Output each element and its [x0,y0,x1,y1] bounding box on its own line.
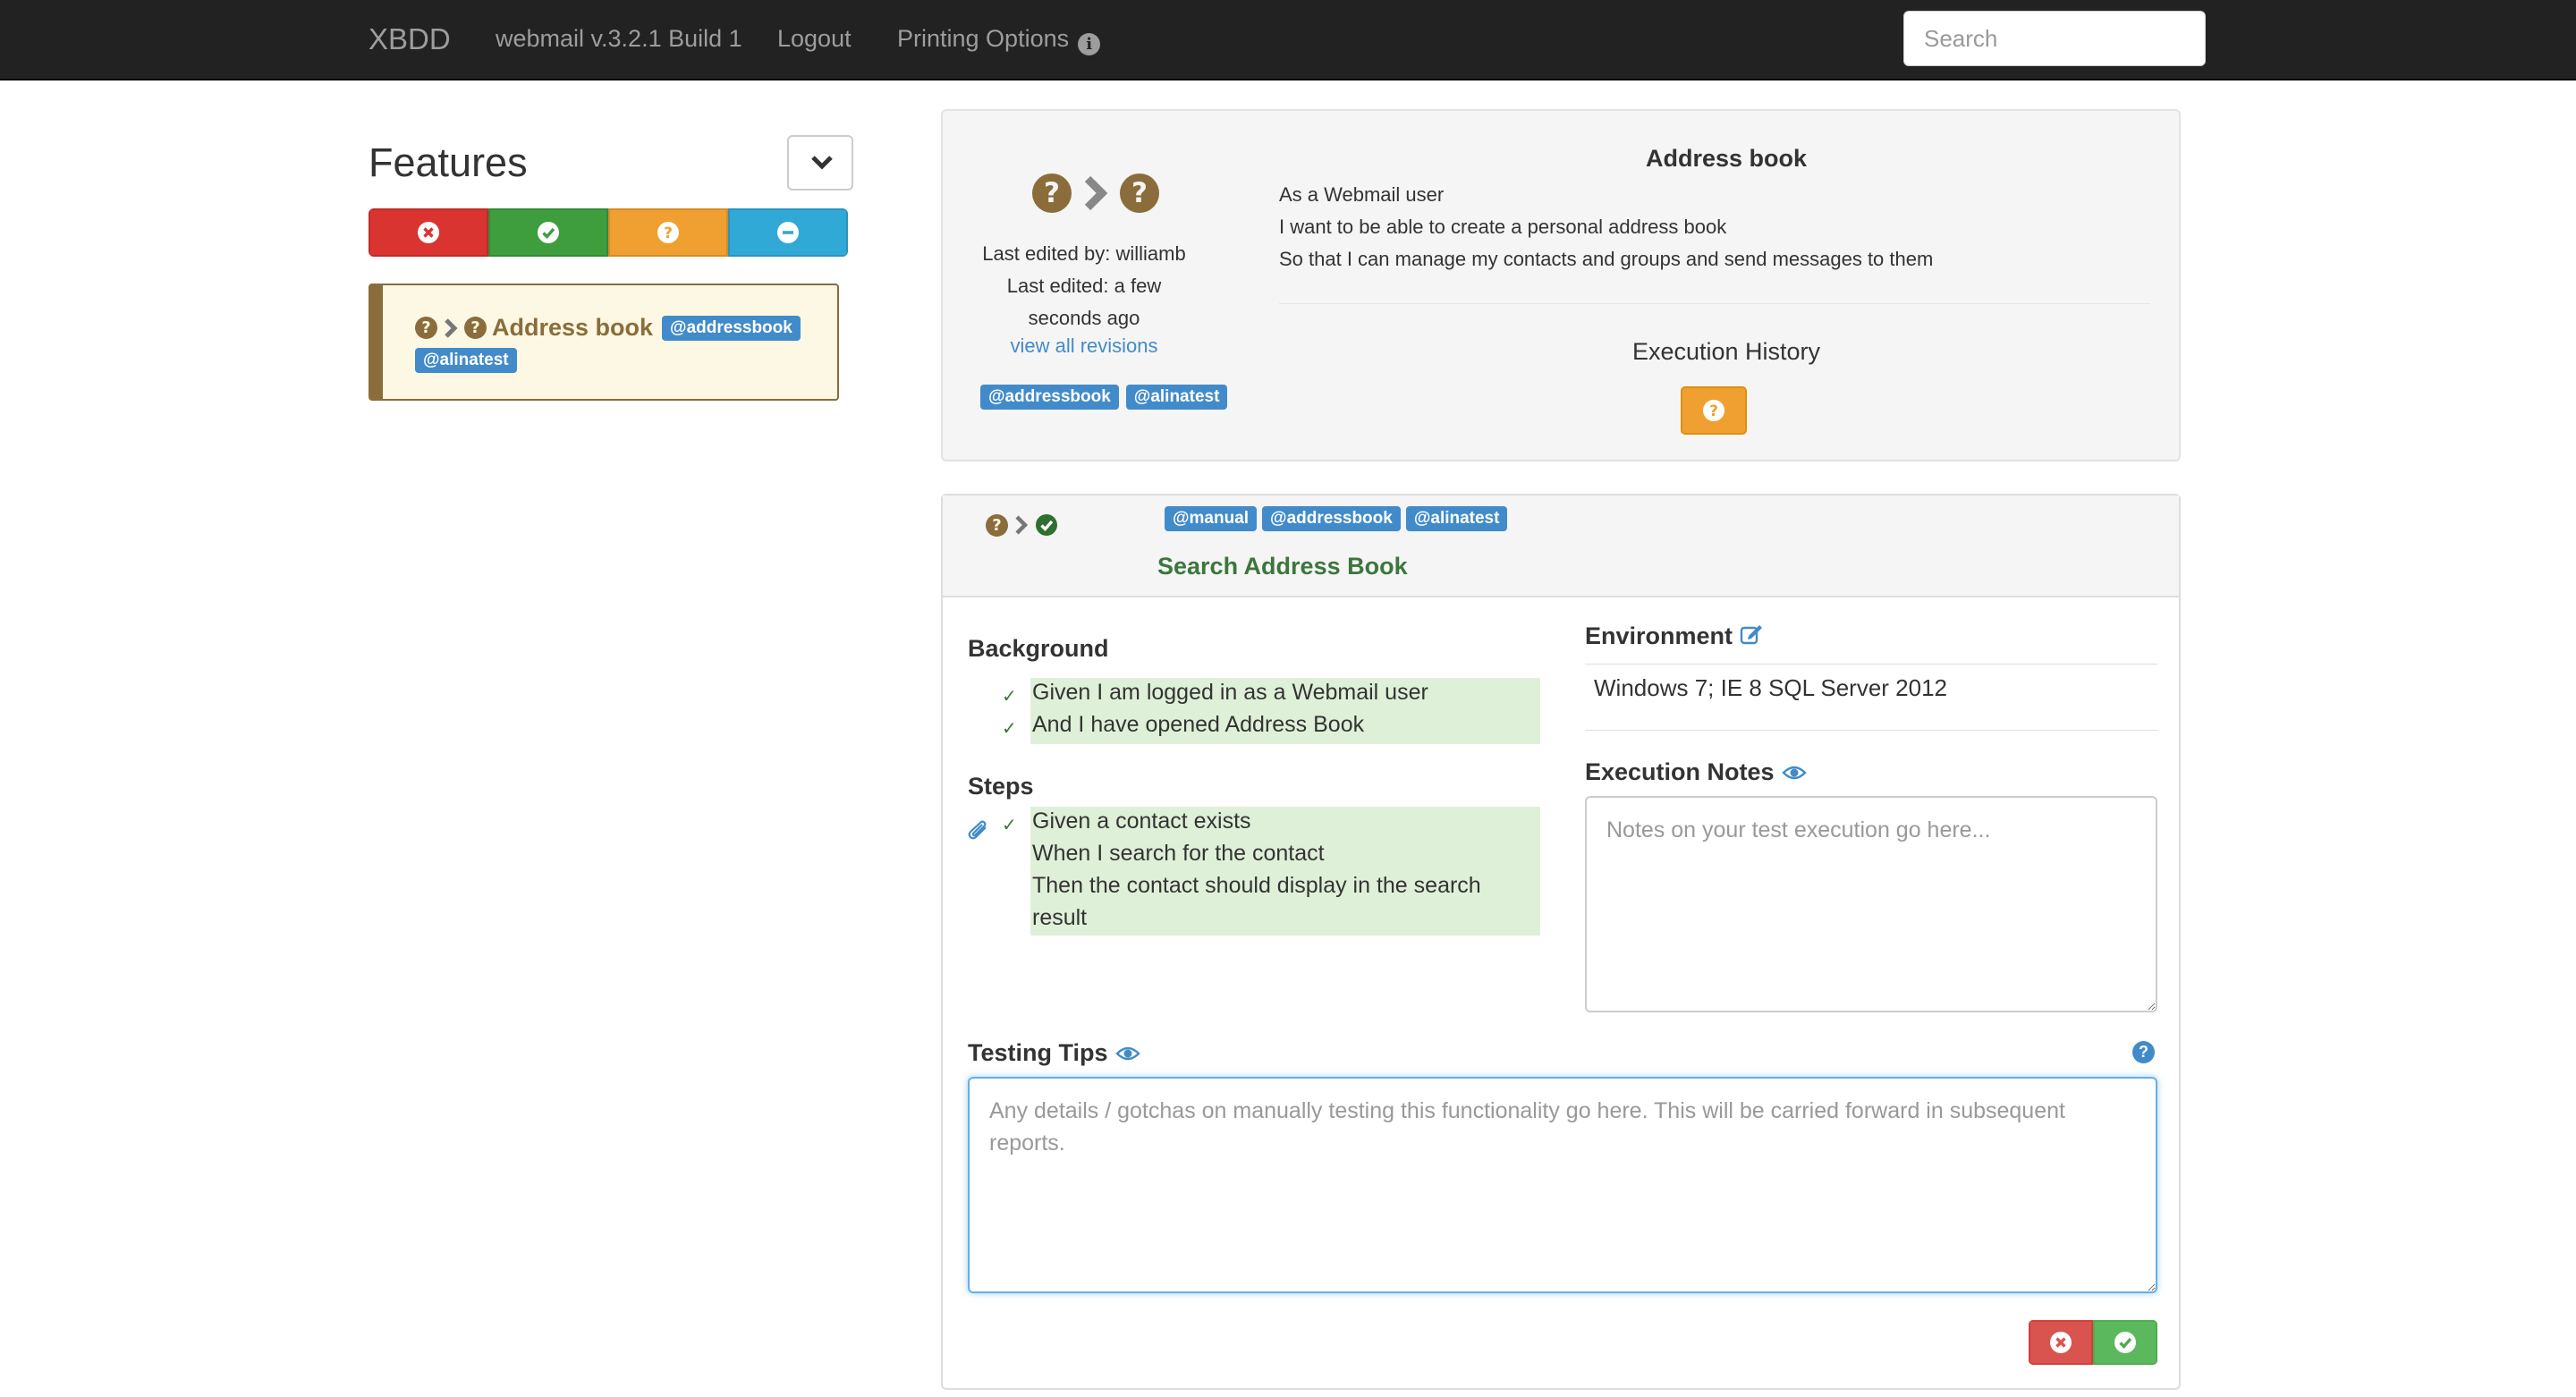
question-circle-icon: ? [1120,174,1159,213]
check-icon: ✓ [1002,816,1017,835]
build-link[interactable]: webmail v.3.2.1 Build 1 [496,25,742,53]
scenario-title: Search Address Book [1157,553,1408,580]
question-circle-icon: ? [1703,400,1724,421]
scenario-step: Then the contact should display in the s… [1032,873,1481,898]
check-circle-icon [2114,1332,2136,1353]
feature-list-item-title: Address book [492,314,654,341]
execution-history-title: Execution History [1631,338,1821,365]
feature-list-item[interactable]: ? ? Address book @addressbook @alinatest [369,284,839,401]
scenario-status: ? [986,513,1058,537]
eye-icon[interactable] [1114,1045,1140,1063]
steps-label: Steps [968,773,1034,800]
feature-narrative: As a Webmail user I want to be able to c… [1279,179,1933,275]
features-title: Features [369,140,528,185]
status-filter-bar: ? [369,208,848,257]
mark-passed-button[interactable] [2093,1320,2157,1365]
testing-tips-textarea[interactable] [968,1077,2157,1293]
tag-badge: @manual [1165,506,1258,531]
svg-text:?: ? [664,224,673,242]
execution-history-button[interactable]: ? [1681,386,1747,435]
svg-text:?: ? [1709,402,1718,420]
environment-label: Environment [1585,622,1733,649]
search-input[interactable] [1903,11,2206,66]
divider [1585,664,2157,665]
view-revisions-link[interactable]: view all revisions [970,334,1199,358]
tag-badge: @addressbook [662,315,801,341]
environment-value[interactable]: Windows 7; IE 8 SQL Server 2012 [1594,674,1947,702]
result-button-group [2029,1320,2157,1365]
scenario-step: result [1032,905,1088,930]
environment-heading: Environment [1585,622,1763,650]
feature-status: ? ? [1032,174,1159,213]
feature-list-item-header: ? ? Address book @addressbook [415,314,801,342]
divider [1279,303,2150,304]
scenario-header: ? @manual @addressbook @alinatest Search A… [943,495,2179,597]
help-icon[interactable]: ? [2132,1041,2155,1063]
times-circle-icon [418,222,439,243]
navbar: XBDD webmail v.3.2.1 Build 1 Logout Prin… [0,0,2576,80]
question-circle-icon: ? [986,513,1008,537]
testing-tips-label: Testing Tips [968,1039,1108,1066]
brand-link[interactable]: XBDD [369,22,451,56]
edit-icon[interactable] [1740,622,1763,646]
chevron-right-icon [1084,175,1108,211]
scenario-step: Given a contact exists [1032,809,1251,834]
divider [1585,730,2157,731]
tag-badge: @addressbook [980,385,1119,410]
chevron-down-icon [811,156,833,170]
background-step: And I have opened Address Book [1032,712,1365,737]
feature-title: Address book [1645,145,1808,172]
times-circle-icon [2050,1332,2072,1353]
filter-failed-button[interactable] [369,208,488,257]
feature-panel: ? ? Last edited by: williamb Last edited… [941,109,2181,461]
features-dropdown-button[interactable] [787,135,853,190]
execution-notes-heading: Execution Notes [1585,758,1807,786]
question-circle-icon: ? [464,317,487,339]
last-edited-by: Last edited by: williamb [982,242,1186,265]
feature-tags: @addressbook @alinatest [980,385,1234,410]
filter-unknown-button[interactable]: ? [608,208,728,257]
printing-options-label: Printing Options [897,25,1070,52]
tag-badge: @alinatest [415,348,517,373]
printing-options-link[interactable]: Printing Options i [897,25,1101,55]
check-icon: ✓ [1002,687,1017,707]
info-icon[interactable]: i [1078,33,1101,55]
background-label: Background [968,635,1109,662]
narrative-line: I want to be able to create a personal a… [1279,216,1727,238]
filter-skipped-button[interactable] [728,208,848,257]
eye-icon[interactable] [1781,764,1807,782]
last-edited-time: Last edited: a few seconds ago [1006,275,1162,329]
chevron-right-icon [445,318,458,338]
narrative-line: As a Webmail user [1279,183,1445,206]
scenario-step: When I search for the contact [1032,841,1325,866]
narrative-line: So that I can manage my contacts and gro… [1279,248,1934,270]
minus-circle-icon [777,222,799,243]
paperclip-icon[interactable] [966,819,991,844]
chevron-right-icon [1015,515,1029,535]
execution-notes-label: Execution Notes [1585,758,1775,785]
question-circle-icon: ? [657,222,679,243]
mark-failed-button[interactable] [2029,1320,2093,1365]
tag-badge: @alinatest [1405,506,1508,531]
question-circle-icon: ? [415,317,437,339]
execution-notes-textarea[interactable] [1585,796,2157,1012]
check-icon: ✓ [1002,719,1017,739]
logout-link[interactable]: Logout [777,25,852,53]
testing-tips-heading: Testing Tips [968,1039,1140,1067]
question-circle-icon: ? [1032,174,1072,213]
filter-passed-button[interactable] [488,208,608,257]
last-edited-info: Last edited by: williamb Last edited: a … [970,238,1199,334]
tag-badge: @alinatest [1125,385,1228,410]
check-circle-icon [1036,514,1057,536]
scenario-panel: ? @manual @addressbook @alinatest Search A… [941,494,2181,1390]
background-step: Given I am logged in as a Webmail user [1032,680,1428,705]
check-circle-icon [538,222,559,243]
tag-badge: @addressbook [1262,506,1401,531]
scenario-tags: @manual @addressbook @alinatest [1165,506,1513,531]
